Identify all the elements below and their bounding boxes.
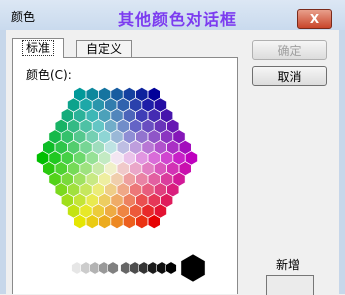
gray-swatch[interactable] [107,261,119,275]
tab-standard[interactable]: 标准 [12,38,65,58]
gray-swatch[interactable] [165,261,177,275]
ok-button[interactable]: 确定 [252,40,327,60]
new-color-label: 新增 [276,258,301,272]
tab-standard-label: 标准 [22,40,55,56]
cancel-button[interactable]: 取消 [252,66,327,86]
new-color-preview [266,275,314,295]
selected-color-swatch[interactable] [180,253,206,283]
